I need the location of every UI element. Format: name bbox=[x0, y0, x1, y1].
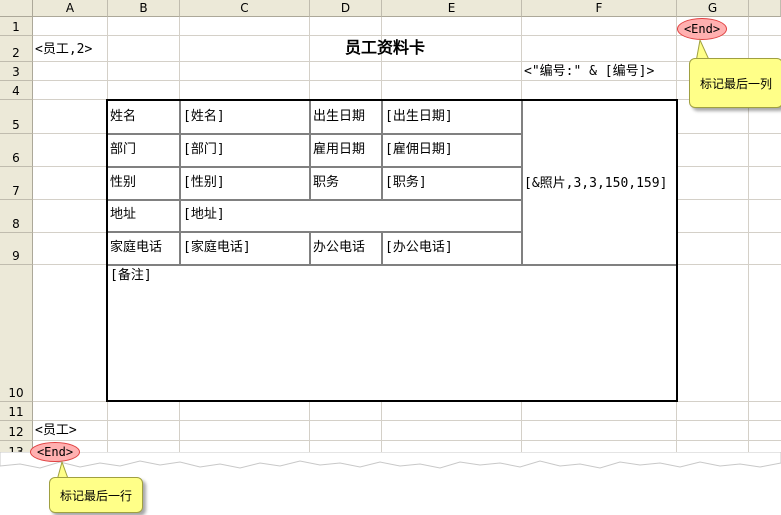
table-inner-line bbox=[107, 133, 522, 135]
sheet-title[interactable]: 员工资料卡 bbox=[345, 40, 425, 56]
column-header-c[interactable]: C bbox=[180, 0, 310, 17]
row-header-12[interactable]: 12 bbox=[0, 421, 33, 441]
row-header-3[interactable]: 3 bbox=[0, 62, 33, 81]
notes-field[interactable]: [备注] bbox=[110, 268, 152, 284]
row-header-7[interactable]: 7 bbox=[0, 167, 33, 200]
table-inner-line bbox=[179, 100, 181, 265]
cell-a12[interactable]: <员工> bbox=[35, 423, 77, 439]
table-border-top bbox=[106, 99, 678, 101]
address-field[interactable]: [地址] bbox=[183, 207, 225, 223]
office-phone-label[interactable]: 办公电话 bbox=[313, 240, 365, 256]
callout-last-row: 标记最后一行 bbox=[49, 477, 143, 513]
table-border-left bbox=[106, 99, 108, 402]
table-inner-line bbox=[381, 100, 383, 200]
photo-field[interactable]: [&照片,3,3,150,159] bbox=[524, 176, 667, 192]
row-header-5[interactable]: 5 bbox=[0, 100, 33, 134]
column-header-b[interactable]: B bbox=[108, 0, 180, 17]
row-header-8[interactable]: 8 bbox=[0, 200, 33, 233]
department-label[interactable]: 部门 bbox=[110, 142, 136, 158]
table-inner-line bbox=[107, 231, 522, 233]
row-header-10[interactable]: 10 bbox=[0, 265, 33, 402]
table-border-right bbox=[676, 99, 678, 402]
row-header-11[interactable]: 11 bbox=[0, 402, 33, 421]
gender-field[interactable]: [性别] bbox=[183, 175, 225, 191]
name-label[interactable]: 姓名 bbox=[110, 109, 136, 125]
table-inner-line bbox=[107, 199, 522, 201]
birthdate-field[interactable]: [出生日期] bbox=[385, 109, 453, 125]
table-inner-line bbox=[521, 100, 523, 265]
table-border-bottom bbox=[106, 400, 678, 402]
row-header-9[interactable]: 9 bbox=[0, 233, 33, 265]
office-phone-field[interactable]: [办公电话] bbox=[385, 240, 453, 256]
home-phone-label[interactable]: 家庭电话 bbox=[110, 240, 162, 256]
spreadsheet[interactable]: A B C D E F G 1 2 3 4 5 6 7 8 9 10 11 12… bbox=[0, 0, 781, 515]
table-inner-line bbox=[107, 166, 522, 168]
row-header-1[interactable]: 1 bbox=[0, 17, 33, 36]
row-header-2[interactable]: 2 bbox=[0, 36, 33, 62]
home-phone-field[interactable]: [家庭电话] bbox=[183, 240, 251, 256]
column-header-a[interactable]: A bbox=[33, 0, 108, 17]
name-field[interactable]: [姓名] bbox=[183, 109, 225, 125]
gridline bbox=[33, 61, 781, 62]
table-inner-line bbox=[107, 264, 677, 266]
column-header-f[interactable]: F bbox=[522, 0, 677, 17]
department-field[interactable]: [部门] bbox=[183, 142, 225, 158]
table-inner-line bbox=[381, 232, 383, 265]
torn-edge bbox=[0, 452, 781, 469]
job-title-label[interactable]: 职务 bbox=[313, 175, 339, 191]
row-header-6[interactable]: 6 bbox=[0, 134, 33, 167]
column-header-d[interactable]: D bbox=[310, 0, 382, 17]
birthdate-label[interactable]: 出生日期 bbox=[313, 109, 365, 125]
select-all-corner[interactable] bbox=[0, 0, 33, 17]
gridline bbox=[33, 440, 781, 441]
callout-last-column: 标记最后一列 bbox=[689, 58, 781, 108]
cell-a2[interactable]: <员工,2> bbox=[35, 42, 92, 58]
hire-date-label[interactable]: 雇用日期 bbox=[313, 142, 365, 158]
row-header-4[interactable]: 4 bbox=[0, 81, 33, 100]
job-title-field[interactable]: [职务] bbox=[385, 175, 427, 191]
address-label[interactable]: 地址 bbox=[110, 207, 136, 223]
gridline bbox=[33, 35, 781, 36]
column-header-blank bbox=[749, 0, 781, 17]
table-inner-line bbox=[309, 232, 311, 265]
column-header-g[interactable]: G bbox=[677, 0, 749, 17]
gender-label[interactable]: 性别 bbox=[110, 175, 136, 191]
end-row-marker[interactable]: <End> bbox=[30, 442, 80, 462]
column-header-e[interactable]: E bbox=[382, 0, 522, 17]
table-inner-line bbox=[309, 100, 311, 200]
hire-date-field[interactable]: [雇佣日期] bbox=[385, 142, 453, 158]
gridline bbox=[33, 420, 781, 421]
end-column-marker[interactable]: <End> bbox=[677, 18, 727, 40]
gridline bbox=[33, 80, 781, 81]
cell-f3[interactable]: <"编号:" & [编号]> bbox=[524, 64, 654, 80]
